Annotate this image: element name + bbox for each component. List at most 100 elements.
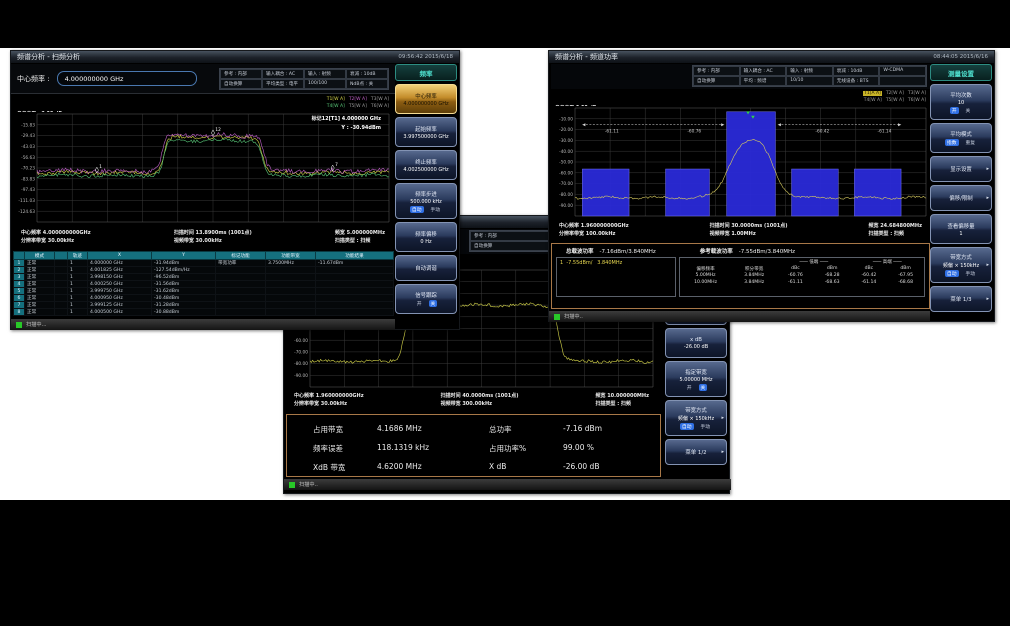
marker-table-cell: -31.94dBm	[152, 260, 216, 267]
trace-legend: T1[W A]T2[W A]T3[W A]T4[W A]T5[W A]T6[W …	[323, 97, 389, 112]
legend-item: T1[W A]	[327, 97, 345, 102]
offset-results: ─── 低端 ────── 高端 ───偏移频率积分带宽dBcdBmdBcdBm…	[679, 257, 925, 297]
softkey-2[interactable]: 指定带宽5.00000 MHz开关	[665, 361, 727, 397]
marker-table-header-cell: 模式	[25, 252, 55, 260]
softkey-toggle: 开关	[950, 107, 973, 114]
window-title: 频谱分析 - 频道功率	[555, 52, 618, 62]
toggle-option[interactable]: 重复	[964, 139, 978, 146]
legend-item: T3[W A]	[908, 91, 926, 96]
marker-table-header-cell: Y	[152, 252, 216, 260]
marker-table-cell	[316, 267, 394, 274]
clock: 08:44:05 2015/6/16	[933, 54, 988, 60]
softkey-value: 500.000 kHz	[410, 199, 442, 205]
offset-header-cell: dBm	[814, 265, 851, 272]
marker-table-cell: 4	[14, 281, 25, 288]
toggle-option[interactable]: 关	[429, 300, 438, 307]
control-bar: 中心频率 : 4.000000000 GHz 参考 : 内部输入耦合 : AC输…	[11, 64, 395, 94]
toggle-option[interactable]: 指数	[945, 139, 959, 146]
softkey-label: 平均模式	[950, 130, 972, 138]
power-summary: 总载波功率-7.16dBm/3.840MHz 参考载波功率-7.55dBm/3.…	[552, 244, 929, 257]
svg-text:-124.63: -124.63	[18, 209, 35, 215]
toggle-option[interactable]: 手动	[964, 270, 978, 277]
result-label: X dB	[489, 462, 563, 473]
toggle-option[interactable]: 关	[964, 107, 973, 114]
toggle-option[interactable]: 自动	[680, 423, 694, 430]
svg-text:7: 7	[335, 162, 338, 168]
toggle-option[interactable]: 手动	[429, 206, 443, 213]
result-label: 占用带宽	[313, 424, 377, 435]
sweep-annotations: 中心频率 4.000000000GHz分辨率带宽 30.00kHz扫描时间 13…	[13, 229, 393, 249]
marker-table-cell: 1	[68, 274, 88, 281]
toggle-option[interactable]: 开	[415, 300, 424, 307]
svg-text:-20.00: -20.00	[559, 127, 573, 133]
toggle-option[interactable]: 手动	[699, 423, 713, 430]
svg-text:-40.00: -40.00	[559, 149, 573, 155]
submenu-arrow-icon: ▸	[986, 166, 989, 172]
toggle-option[interactable]: 自动	[410, 206, 424, 213]
svg-text:-60.76: -60.76	[687, 128, 701, 134]
svg-text:1: 1	[99, 164, 102, 170]
marker-table-cell: 1	[68, 295, 88, 302]
offset-data-cell: -60.42	[851, 272, 888, 279]
toggle-option[interactable]: 自动	[945, 270, 959, 277]
marker-table-cell	[266, 302, 316, 309]
softkey-3[interactable]: 偏移/限制▸	[930, 185, 992, 211]
marker-table-cell: 7	[14, 302, 25, 309]
toggle-option[interactable]: 关	[699, 384, 708, 391]
menu-header-button[interactable]: 频率	[395, 64, 457, 81]
toggle-option[interactable]: 开	[950, 107, 959, 114]
reference-carrier-power: 参考载波功率-7.55dBm/3.840MHz	[700, 247, 795, 255]
analyzer-window-sweep-analysis: 频谱分析 - 扫频分析 09:56:42 2015/6/18 中心频率 : 4.…	[10, 50, 460, 330]
softkey-3[interactable]: 带宽方式频偏 × 150kHz自动手动▸	[665, 400, 727, 436]
window-titlebar[interactable]: 频谱分析 - 扫频分析 09:56:42 2015/6/18	[11, 51, 459, 64]
settings-grid: 参考 : 内部输入耦合 : AC输入 : 射频衰减 : 10dB自动换算平均类型…	[219, 68, 389, 90]
annotation-line: 中心频率 1.960000000GHz	[294, 393, 364, 401]
softkey-label: 显示设置	[950, 165, 972, 173]
status-bar: 扫描中..	[284, 479, 731, 490]
softkey-3[interactable]: 频率步进500.000 kHz自动手动	[395, 183, 457, 219]
svg-text:-60.00: -60.00	[559, 170, 573, 176]
softkey-6[interactable]: 菜单 1/3▸	[930, 286, 992, 312]
softkey-1[interactable]: 起始频率3.997500000 GHz	[395, 117, 457, 147]
marker-table-row: 7正常13.999125 GHz-31.28dBm	[14, 302, 394, 309]
softkey-value: -26.00 dB	[684, 344, 708, 350]
offset-data-cell: -68.63	[814, 279, 851, 286]
marker-table-cell: 6	[14, 295, 25, 302]
marker-table-row: 3正常13.998150 GHz-96.52dBm	[14, 274, 394, 281]
softkey-4[interactable]: 菜单 1/2▸	[665, 439, 727, 465]
window-titlebar[interactable]: 频谱分析 - 频道功率 08:44:05 2015/6/16	[549, 51, 994, 64]
reference-row: 参考电平 -2.23 dBm 刻度 13.6 dB/格 T1[W A]T2[W …	[13, 96, 393, 112]
softkey-5[interactable]: 带宽方式频偏 × 150kHz自动手动▸	[930, 247, 992, 283]
marker-table-row: 5正常13.999750 GHz-31.62dBm	[14, 288, 394, 295]
softkey-0[interactable]: 中心频率4.000000000 GHz	[395, 84, 457, 114]
softkey-0[interactable]: 平均次数10开关	[930, 84, 992, 120]
svg-text:-43.03: -43.03	[21, 144, 35, 150]
legend-item: T2[W A]	[886, 91, 904, 96]
softkey-4[interactable]: 查看偏移量1	[930, 214, 992, 244]
legend-item: T5[W A]	[349, 104, 367, 109]
marker-table-cell: 5	[14, 288, 25, 295]
softkey-2[interactable]: 终止频率4.002500000 GHz	[395, 150, 457, 180]
softkey-1[interactable]: x dB-26.00 dB	[665, 328, 727, 358]
result-label: XdB 带宽	[313, 462, 377, 473]
setting-cell: 参考 : 内部	[220, 69, 262, 79]
annotation-column: 扫描时间 40.0000ms (1001点)视频带宽 300.00kHz	[441, 393, 519, 411]
setting-cell: 平均 : 频谱	[740, 76, 787, 86]
softkey-2[interactable]: 显示设置 ▸	[930, 156, 992, 182]
softkey-1[interactable]: 平均模式指数重复	[930, 123, 992, 153]
softkey-6[interactable]: 信号跟踪开关	[395, 284, 457, 314]
reference-level: 参考电平 0.00 dBm 刻度 10.0 dB/格	[555, 91, 601, 106]
setting-cell: 输入耦合 : AC	[740, 66, 787, 76]
softkey-5[interactable]: 自动调谐	[395, 255, 457, 281]
toggle-option[interactable]: 开	[685, 384, 694, 391]
marker-table-cell: -96.52dBm	[152, 274, 216, 281]
menu-header-button[interactable]: 测量设置	[930, 64, 992, 81]
softkey-4[interactable]: 频率偏移0 Hz	[395, 222, 457, 252]
svg-text:-15.83: -15.83	[21, 122, 35, 128]
center-frequency-input[interactable]: 4.000000000 GHz	[57, 71, 197, 86]
softkey-label: 起始频率	[415, 125, 437, 133]
legend-item: T3[W A]	[371, 97, 389, 102]
marker-table-cell	[216, 295, 266, 302]
svg-text:-30.00: -30.00	[559, 138, 573, 144]
marker-table-cell: 带宽功率	[216, 260, 266, 267]
